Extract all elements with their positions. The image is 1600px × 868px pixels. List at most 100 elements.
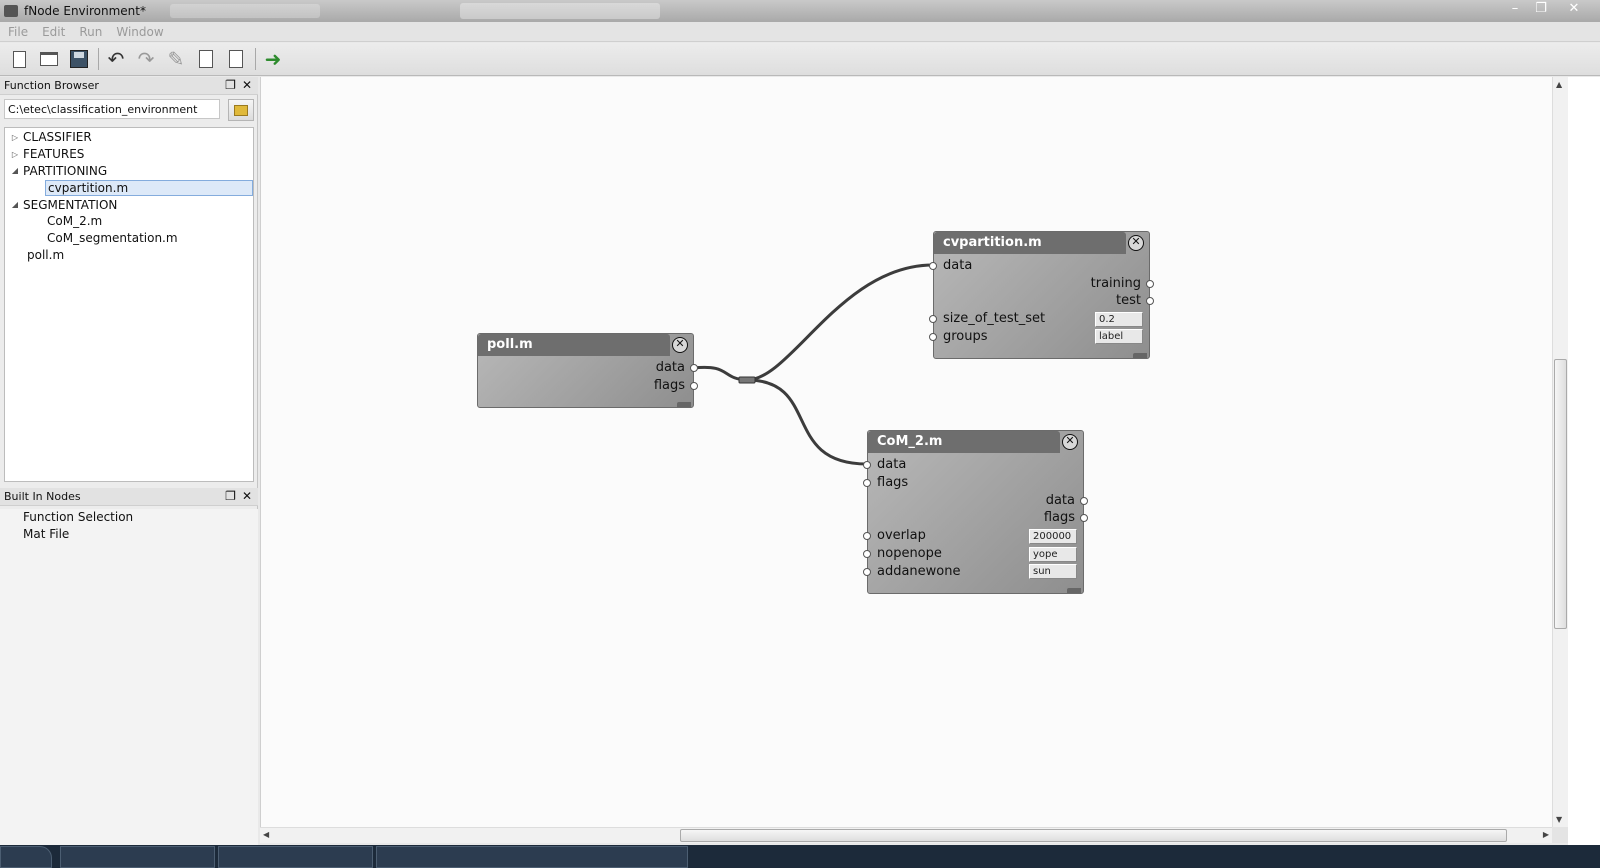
clear-button[interactable]: ✎ — [163, 46, 189, 72]
tree-item-com-segmentation[interactable]: CoM_segmentation.m — [5, 230, 253, 247]
output-port-label: training — [1090, 276, 1141, 291]
undo-button[interactable]: ↶ — [103, 46, 129, 72]
menu-window[interactable]: Window — [116, 25, 163, 39]
param-value-field[interactable]: yope — [1029, 547, 1077, 562]
scroll-down-icon[interactable]: ▼ — [1556, 815, 1562, 824]
scrollbar-corner — [1552, 827, 1568, 843]
scroll-right-icon[interactable]: ▶ — [1543, 830, 1549, 839]
expand-arrow-icon[interactable]: ▷ — [9, 133, 21, 142]
collapse-arrow-icon[interactable]: ◢ — [9, 166, 21, 175]
connection-wire[interactable] — [746, 378, 868, 466]
open-file-button[interactable] — [36, 46, 62, 72]
node-cvpartition[interactable]: cvpartition.m ✕ data training test size_… — [929, 231, 1154, 359]
copy-button[interactable] — [193, 46, 219, 72]
tree-item-features[interactable]: ▷ FEATURES — [5, 146, 253, 163]
resize-handle[interactable] — [677, 402, 691, 407]
tree-item-segmentation[interactable]: ◢ SEGMENTATION — [5, 196, 253, 213]
save-button[interactable] — [66, 46, 92, 72]
run-button[interactable]: ➜ — [260, 46, 286, 72]
input-port-connector[interactable] — [863, 479, 871, 487]
list-item[interactable]: Mat File — [0, 526, 258, 543]
paste-button[interactable] — [223, 46, 249, 72]
app-icon — [4, 5, 18, 17]
expand-arrow-icon[interactable]: ▷ — [9, 150, 21, 159]
param-value-field[interactable]: 200000 — [1029, 529, 1077, 544]
tree-item-classifier[interactable]: ▷ CLASSIFIER — [5, 129, 253, 146]
window-edge — [1568, 77, 1600, 845]
tree-item-label: FEATURES — [23, 147, 85, 162]
scroll-left-icon[interactable]: ◀ — [263, 830, 269, 839]
float-icon[interactable]: ❐ — [225, 489, 236, 503]
tree-item-partitioning[interactable]: ◢ PARTITIONING — [5, 163, 253, 180]
resize-handle[interactable] — [1067, 588, 1081, 593]
close-icon[interactable]: ✕ — [242, 78, 252, 92]
browse-folder-button[interactable] — [228, 99, 254, 121]
open-file-icon — [40, 52, 58, 66]
param-port-connector[interactable] — [929, 315, 937, 323]
tree-item-label: cvpartition.m — [45, 179, 253, 196]
built-in-nodes-header: Built In Nodes ❐ ✕ — [0, 488, 258, 506]
path-input[interactable] — [4, 99, 220, 119]
param-port-connector[interactable] — [863, 532, 871, 540]
input-port-connector[interactable] — [929, 262, 937, 270]
param-port-connector[interactable] — [863, 568, 871, 576]
tree-item-com2[interactable]: CoM_2.m — [5, 213, 253, 230]
node-title[interactable]: cvpartition.m — [934, 232, 1126, 254]
close-icon[interactable]: ✕ — [1554, 0, 1594, 18]
param-value-field[interactable]: sun — [1029, 564, 1077, 579]
output-port-connector[interactable] — [1080, 514, 1088, 522]
param-label: nopenope — [877, 546, 942, 561]
output-port-connector[interactable] — [1146, 280, 1154, 288]
horizontal-scrollbar[interactable]: ◀ ▶ — [260, 827, 1552, 843]
vertical-scrollbar[interactable]: ▲ ▼ — [1552, 77, 1568, 827]
param-port-connector[interactable] — [863, 550, 871, 558]
scrollbar-thumb[interactable] — [1554, 359, 1567, 629]
scrollbar-thumb[interactable] — [680, 829, 1507, 842]
node-close-icon[interactable]: ✕ — [1062, 434, 1078, 450]
node-poll[interactable]: poll.m ✕ data flags — [477, 333, 698, 408]
node-close-icon[interactable]: ✕ — [672, 337, 688, 353]
input-port-label: data — [943, 258, 973, 273]
redo-button[interactable]: ↷ — [133, 46, 159, 72]
save-icon — [70, 50, 88, 68]
taskbar-item[interactable] — [376, 846, 688, 868]
connection-wire[interactable] — [692, 263, 934, 382]
tree-item-poll[interactable]: poll.m — [5, 247, 253, 264]
resize-handle[interactable] — [1133, 353, 1147, 358]
float-icon[interactable]: ❐ — [225, 78, 236, 92]
param-port-connector[interactable] — [929, 333, 937, 341]
node-canvas[interactable]: poll.m ✕ data flags cvpartition.m ✕ data… — [260, 77, 1552, 827]
scroll-up-icon[interactable]: ▲ — [1556, 80, 1562, 89]
collapse-arrow-icon[interactable]: ◢ — [9, 200, 21, 209]
node-title[interactable]: poll.m — [478, 334, 670, 356]
left-panel: Function Browser ❐ ✕ ▷ CLASSIFIER ▷ FEAT… — [0, 77, 258, 845]
list-item[interactable]: Function Selection — [0, 509, 258, 526]
input-port-connector[interactable] — [863, 461, 871, 469]
menu-file[interactable]: File — [8, 25, 28, 39]
output-port-connector[interactable] — [690, 382, 698, 390]
node-close-icon[interactable]: ✕ — [1128, 235, 1144, 251]
new-file-button[interactable] — [6, 46, 32, 72]
paste-icon — [229, 50, 243, 68]
node-title[interactable]: CoM_2.m — [868, 431, 1060, 453]
start-button[interactable] — [0, 846, 52, 868]
taskbar-item[interactable] — [218, 846, 373, 868]
tree-item-label: CLASSIFIER — [23, 130, 92, 145]
param-value-field[interactable]: 0.2 — [1095, 312, 1143, 327]
menu-edit[interactable]: Edit — [42, 25, 65, 39]
close-icon[interactable]: ✕ — [242, 489, 252, 503]
maximize-icon[interactable]: ❐ — [1528, 0, 1554, 18]
tree-item-label: CoM_2.m — [47, 214, 103, 229]
built-in-nodes-list: Function Selection Mat File — [0, 509, 258, 845]
built-in-nodes-title: Built In Nodes — [4, 490, 81, 503]
param-label: size_of_test_set — [943, 311, 1046, 326]
output-port-connector[interactable] — [1080, 497, 1088, 505]
node-com2[interactable]: CoM_2.m ✕ data flags data flags overlap … — [863, 430, 1088, 594]
param-value-field[interactable]: label — [1095, 329, 1143, 344]
minimize-icon[interactable]: – — [1502, 0, 1528, 18]
menu-run[interactable]: Run — [79, 25, 102, 39]
tree-item-cvpartition[interactable]: cvpartition.m — [5, 179, 253, 196]
taskbar-item[interactable] — [60, 846, 215, 868]
output-port-connector[interactable] — [690, 364, 698, 372]
output-port-connector[interactable] — [1146, 297, 1154, 305]
